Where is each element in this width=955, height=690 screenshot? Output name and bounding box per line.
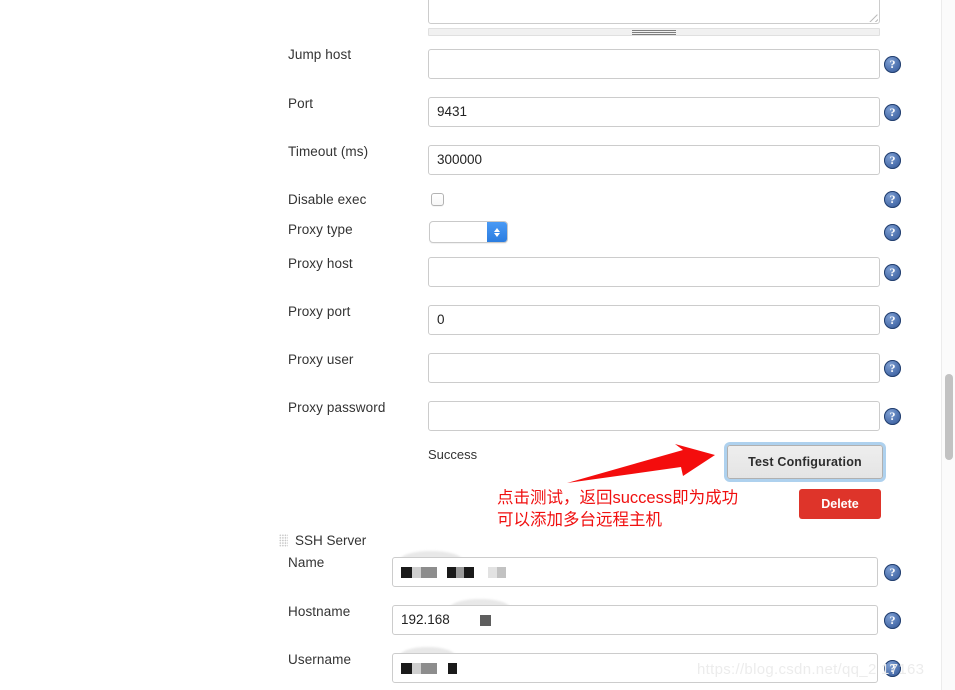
help-question-icon[interactable]: ? — [884, 564, 901, 581]
horizontal-scrollbar[interactable] — [428, 28, 880, 36]
proxy-type-label: Proxy type — [288, 222, 353, 237]
ssh-name-input[interactable] — [392, 557, 878, 587]
drag-handle-icon[interactable] — [279, 534, 288, 547]
disable-exec-label: Disable exec — [288, 192, 367, 207]
annotation-line-2: 可以添加多台远程主机 — [497, 511, 662, 529]
watermark-text: https://blog.csdn.net/qq_2 17163 — [697, 661, 925, 678]
help-question-icon[interactable]: ? — [884, 224, 901, 241]
proxy-password-input[interactable] — [428, 401, 880, 431]
ssh-hostname-input[interactable]: 192.168 — [392, 605, 878, 635]
timeout-label: Timeout (ms) — [288, 144, 369, 159]
ssh-name-label: Name — [288, 555, 325, 570]
help-question-icon[interactable]: ? — [884, 152, 901, 169]
timeout-input[interactable]: 300000 — [428, 145, 880, 175]
help-question-icon[interactable]: ? — [884, 191, 901, 208]
ssh-configuration-form-page: Jump host ? Port 9431 ? Timeout (ms) 300… — [0, 0, 955, 690]
chevron-updown-icon[interactable] — [487, 222, 507, 242]
proxy-type-select[interactable] — [429, 221, 508, 243]
vertical-scrollbar-thumb[interactable] — [945, 374, 953, 460]
proxy-password-label: Proxy password — [288, 400, 386, 415]
help-question-icon[interactable]: ? — [884, 312, 901, 329]
proxy-host-label: Proxy host — [288, 256, 353, 271]
jump-host-input[interactable] — [428, 49, 880, 79]
ssh-name-redacted-value — [401, 567, 506, 578]
ssh-username-label: Username — [288, 652, 352, 667]
red-arrow-annotation-icon — [567, 444, 715, 483]
test-configuration-button[interactable]: Test Configuration — [727, 445, 883, 479]
red-annotation-text: 点击测试，返回success即为成功 可以添加多台远程主机 — [497, 487, 738, 531]
help-question-icon[interactable]: ? — [884, 408, 901, 425]
ssh-username-redacted-value — [401, 663, 457, 674]
help-question-icon[interactable]: ? — [884, 360, 901, 377]
ssh-hostname-value: 192.168 — [401, 612, 450, 627]
scrollbar-grip-icon[interactable] — [632, 30, 676, 35]
ssh-server-group-title: SSH Server — [295, 533, 367, 548]
help-question-icon[interactable]: ? — [884, 104, 901, 121]
private-key-textarea[interactable] — [428, 0, 880, 24]
jump-host-label: Jump host — [288, 47, 352, 62]
proxy-host-input[interactable] — [428, 257, 880, 287]
disable-exec-checkbox[interactable] — [431, 193, 444, 206]
help-question-icon[interactable]: ? — [884, 612, 901, 629]
delete-button[interactable]: Delete — [799, 489, 881, 519]
help-question-icon[interactable]: ? — [884, 264, 901, 281]
annotation-line-1: 点击测试，返回success即为成功 — [497, 489, 739, 507]
textarea-resize-grip[interactable] — [868, 12, 878, 22]
proxy-user-label: Proxy user — [288, 352, 354, 367]
ssh-server-group-header[interactable]: SSH Server — [279, 533, 366, 548]
proxy-user-input[interactable] — [428, 353, 880, 383]
proxy-port-label: Proxy port — [288, 304, 351, 319]
help-question-icon[interactable]: ? — [884, 56, 901, 73]
test-status-text: Success — [428, 447, 478, 462]
ssh-hostname-redacted-value — [480, 615, 491, 626]
port-label: Port — [288, 96, 314, 111]
ssh-hostname-label: Hostname — [288, 604, 351, 619]
vertical-scrollbar-track[interactable] — [941, 0, 955, 690]
proxy-port-input[interactable]: 0 — [428, 305, 880, 335]
port-input[interactable]: 9431 — [428, 97, 880, 127]
